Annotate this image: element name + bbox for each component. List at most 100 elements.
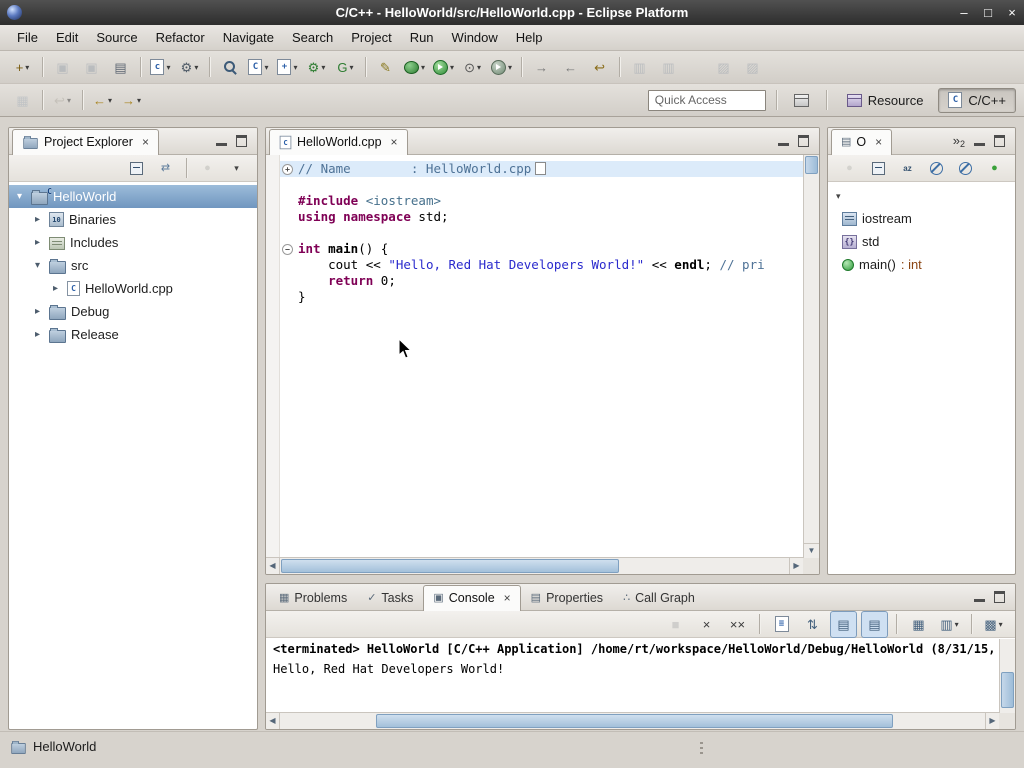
- menu-run[interactable]: Run: [401, 27, 443, 48]
- fold-expand-icon[interactable]: +: [282, 164, 293, 175]
- run-button[interactable]: ▾: [430, 54, 457, 81]
- tab-problems[interactable]: ▦Problems: [269, 585, 357, 611]
- print-button[interactable]: ▤: [107, 54, 134, 81]
- menu-edit[interactable]: Edit: [47, 27, 87, 48]
- menu-search[interactable]: Search: [283, 27, 342, 48]
- pin-console-button[interactable]: ▦: [905, 611, 932, 638]
- perspective-cpp-button[interactable]: C C/C++: [938, 88, 1016, 113]
- scrollbar-thumb[interactable]: [1001, 672, 1014, 707]
- minimize-view-icon[interactable]: [216, 143, 227, 146]
- search-button[interactable]: [216, 54, 243, 81]
- scrollbar-thumb[interactable]: [376, 714, 893, 728]
- clear-console-button[interactable]: ≡: [768, 611, 795, 638]
- expand-arrow-icon[interactable]: ▾: [31, 260, 44, 271]
- back-history-button[interactable]: ←▾: [89, 87, 116, 114]
- make-targets-button[interactable]: ⚙▾: [303, 54, 330, 81]
- tree-item-src[interactable]: ▾ src: [9, 254, 257, 277]
- tree-item-helloworld-project[interactable]: ▾ C HelloWorld: [9, 185, 257, 208]
- close-icon[interactable]: ×: [391, 135, 398, 149]
- tab-call-graph[interactable]: ∴Call Graph: [613, 585, 705, 611]
- tab-project-explorer[interactable]: Project Explorer ×: [12, 129, 159, 155]
- minimize-view-icon[interactable]: [974, 599, 985, 602]
- display-selected-console-button[interactable]: ▥▾: [936, 611, 963, 638]
- external-tools-button[interactable]: ▾: [488, 54, 515, 81]
- remove-launch-button[interactable]: ×: [693, 611, 720, 638]
- hide-non-public-members-button[interactable]: ●: [982, 157, 1007, 180]
- maximize-window-icon[interactable]: □: [976, 0, 1000, 25]
- tab-properties[interactable]: ▤Properties: [521, 585, 613, 611]
- expand-arrow-icon[interactable]: ▸: [31, 214, 44, 225]
- debug-button[interactable]: ▾: [401, 54, 428, 81]
- menu-source[interactable]: Source: [87, 27, 146, 48]
- menu-file[interactable]: File: [8, 27, 47, 48]
- open-perspective-button[interactable]: [788, 87, 815, 114]
- scroll-right-icon[interactable]: ▶: [789, 558, 803, 574]
- menu-project[interactable]: Project: [342, 27, 400, 48]
- console-vertical-scrollbar[interactable]: [999, 639, 1015, 713]
- maximize-view-icon[interactable]: [994, 591, 1005, 603]
- close-window-icon[interactable]: ×: [1000, 0, 1024, 25]
- expand-arrow-icon[interactable]: ▸: [31, 237, 44, 248]
- statusbar-grip[interactable]: [700, 742, 703, 755]
- new-class-button[interactable]: C▾: [245, 54, 272, 81]
- menu-window[interactable]: Window: [443, 27, 507, 48]
- menu-refactor[interactable]: Refactor: [147, 27, 214, 48]
- outline-view-menu-icon[interactable]: ▾: [836, 191, 841, 201]
- scroll-lock-button[interactable]: ⇅: [799, 611, 826, 638]
- quick-access-input[interactable]: [648, 90, 766, 111]
- tree-item-helloworld-cpp[interactable]: ▸ C HelloWorld.cpp: [9, 277, 257, 300]
- maximize-view-icon[interactable]: [798, 135, 809, 147]
- new-source-file-button[interactable]: +▾: [274, 54, 301, 81]
- collapse-all-button[interactable]: [866, 157, 891, 180]
- fold-collapse-icon[interactable]: −: [282, 244, 293, 255]
- new-cpp-source-button[interactable]: c▾: [147, 54, 174, 81]
- generate-code-button[interactable]: G▾: [332, 54, 359, 81]
- tab-console[interactable]: ▣Console×: [423, 585, 520, 611]
- open-console-button[interactable]: ▩▾: [980, 611, 1007, 638]
- forward-history-button[interactable]: →▾: [118, 87, 145, 114]
- close-icon[interactable]: ×: [875, 135, 882, 149]
- tree-item-binaries[interactable]: ▸ 10 Binaries: [9, 208, 257, 231]
- tree-item-release[interactable]: ▸ Release: [9, 323, 257, 346]
- menu-help[interactable]: Help: [507, 27, 552, 48]
- console-output[interactable]: Hello, Red Hat Developers World!: [267, 659, 999, 713]
- next-annotation-button[interactable]: →: [528, 54, 555, 81]
- link-with-editor-button[interactable]: ⇄: [153, 157, 178, 180]
- minimize-view-icon[interactable]: [778, 143, 789, 146]
- expand-arrow-icon[interactable]: ▸: [49, 283, 62, 294]
- hide-static-members-button[interactable]: [953, 157, 978, 180]
- scrollbar-thumb[interactable]: [281, 559, 619, 573]
- maximize-view-icon[interactable]: [994, 135, 1005, 147]
- minimize-window-icon[interactable]: –: [952, 0, 976, 25]
- last-edit-location-button[interactable]: ↩: [586, 54, 613, 81]
- outline-item-std[interactable]: {} std: [828, 230, 1015, 253]
- folded-region-box[interactable]: [535, 162, 546, 175]
- mark-occurrences-button[interactable]: ✎: [372, 54, 399, 81]
- scroll-right-icon[interactable]: ▶: [985, 713, 999, 729]
- expand-arrow-icon[interactable]: ▾: [13, 191, 26, 202]
- scroll-left-icon[interactable]: ◀: [266, 558, 280, 574]
- collapse-all-button[interactable]: [124, 157, 149, 180]
- expand-arrow-icon[interactable]: ▸: [31, 306, 44, 317]
- new-wizard-button[interactable]: +▾: [9, 54, 36, 81]
- remove-all-terminated-button[interactable]: ××: [724, 611, 751, 638]
- scroll-down-icon[interactable]: ▼: [804, 543, 819, 558]
- menu-navigate[interactable]: Navigate: [214, 27, 283, 48]
- close-icon[interactable]: ×: [504, 591, 511, 605]
- expand-arrow-icon[interactable]: ▸: [31, 329, 44, 340]
- tree-item-includes[interactable]: ▸ Includes: [9, 231, 257, 254]
- tab-helloworld-cpp[interactable]: C HelloWorld.cpp ×: [269, 129, 408, 155]
- build-all-button[interactable]: ⚙▾: [176, 54, 203, 81]
- editor-vertical-scrollbar[interactable]: ▼: [803, 155, 819, 558]
- minimize-view-icon[interactable]: [974, 143, 985, 146]
- perspective-resource-button[interactable]: Resource: [837, 88, 934, 113]
- previous-annotation-button[interactable]: ←: [557, 54, 584, 81]
- tab-outline[interactable]: ▤ O ×: [831, 129, 892, 155]
- show-console-on-stdout-button[interactable]: ▤: [830, 611, 857, 638]
- tree-item-debug[interactable]: ▸ Debug: [9, 300, 257, 323]
- tab-tasks[interactable]: ✓Tasks: [357, 585, 423, 611]
- scrollbar-thumb[interactable]: [805, 156, 818, 174]
- view-menu-button[interactable]: ▾: [224, 157, 249, 180]
- show-console-on-stderr-button[interactable]: ▤: [861, 611, 888, 638]
- close-icon[interactable]: ×: [142, 135, 149, 149]
